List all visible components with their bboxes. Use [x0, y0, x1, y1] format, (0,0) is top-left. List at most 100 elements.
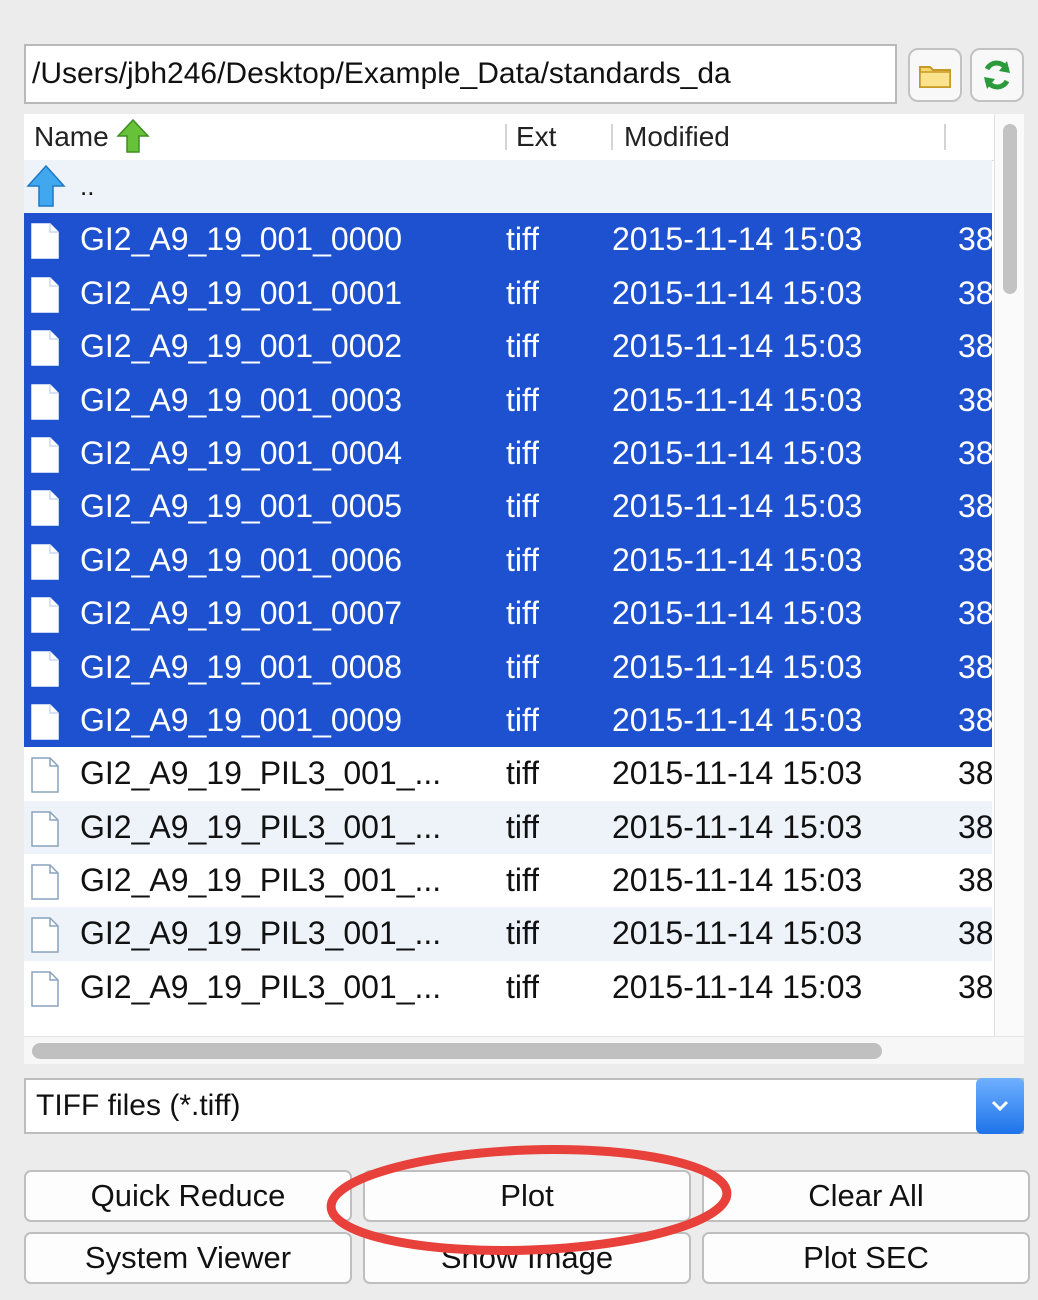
refresh-button[interactable] [970, 48, 1024, 102]
file-name: GI2_A9_19_001_0001 [80, 274, 403, 311]
file-row[interactable]: GI2_A9_19_001_0007 tiff 2015-11-14 15:03 38 [24, 587, 992, 641]
file-ext: tiff [506, 488, 540, 525]
column-header-modified[interactable]: Modified [624, 114, 730, 160]
file-name: GI2_A9_19_001_0004 [80, 434, 403, 471]
file-ext: tiff [506, 968, 540, 1005]
file-modified: 2015-11-14 15:03 [612, 968, 863, 1005]
vertical-scroll-thumb[interactable] [1003, 124, 1017, 294]
refresh-icon [984, 60, 1010, 90]
file-icon [31, 757, 59, 794]
file-ext: tiff [506, 541, 540, 578]
file-type-filter-select[interactable]: TIFF files (*.tiff) [24, 1078, 1024, 1134]
file-name: GI2_A9_19_PIL3_001_... [80, 862, 442, 899]
vertical-scrollbar[interactable] [994, 114, 1024, 1039]
folder-icon [919, 66, 951, 88]
file-name: GI2_A9_19_001_0007 [80, 595, 403, 632]
file-size: 38 [958, 541, 992, 578]
chevron-down-icon [991, 1100, 1009, 1112]
file-name: GI2_A9_19_PIL3_001_... [80, 915, 442, 952]
file-row[interactable]: GI2_A9_19_001_0005 tiff 2015-11-14 15:03 38 [24, 480, 992, 534]
file-ext: tiff [506, 434, 540, 471]
file-ext: tiff [506, 274, 540, 311]
file-name: GI2_A9_19_001_0003 [80, 381, 403, 418]
file-modified: 2015-11-14 15:03 [612, 274, 863, 311]
file-size: 38 [958, 488, 992, 525]
file-size: 38 [958, 221, 992, 258]
file-modified: 2015-11-14 15:03 [612, 755, 863, 792]
parent-directory-label: .. [80, 171, 95, 201]
file-row[interactable]: GI2_A9_19_PIL3_001_... tiff 2015-11-14 15:… [24, 800, 992, 855]
file-icon [31, 490, 59, 527]
path-input[interactable]: /Users/jbh246/Desktop/Example_Data/stand… [24, 44, 897, 104]
file-icon [31, 917, 59, 954]
column-header-ext[interactable]: Ext [516, 114, 556, 160]
column-divider[interactable] [505, 124, 507, 150]
file-modified: 2015-11-14 15:03 [612, 328, 863, 365]
file-row[interactable]: GI2_A9_19_001_0004 tiff 2015-11-14 15:03 38 [24, 426, 992, 481]
system-viewer-button[interactable]: System Viewer [24, 1232, 352, 1284]
file-name: GI2_A9_19_001_0006 [80, 541, 403, 578]
file-icon [31, 543, 59, 580]
file-ext: tiff [506, 862, 540, 899]
file-icon [31, 437, 59, 473]
browse-folder-button[interactable] [908, 48, 962, 102]
file-icon [31, 277, 59, 313]
plot-sec-button[interactable]: Plot SEC [702, 1232, 1030, 1284]
file-name: GI2_A9_19_001_0009 [80, 701, 403, 738]
file-icon [31, 971, 59, 1007]
file-icon [31, 810, 59, 847]
file-ext: tiff [506, 648, 540, 685]
file-name: GI2_A9_19_001_0000 [80, 221, 403, 258]
file-row[interactable]: GI2_A9_19_PIL3_001_... tiff 2015-11-14 15:… [24, 747, 992, 800]
horizontal-scroll-thumb[interactable] [32, 1043, 882, 1059]
up-arrow-icon [26, 164, 66, 207]
file-row[interactable]: GI2_A9_19_001_0008 tiff 2015-11-14 15:03 38 [24, 640, 992, 694]
file-icon [31, 597, 59, 633]
file-modified: 2015-11-14 15:03 [612, 488, 863, 525]
file-ext: tiff [506, 595, 540, 632]
file-modified: 2015-11-14 15:03 [612, 701, 863, 738]
file-icon [31, 330, 59, 366]
file-icon [31, 704, 59, 740]
file-row[interactable]: GI2_A9_19_001_0001 tiff 2015-11-14 15:03 38 [24, 266, 992, 321]
table-header: Name Ext Modified [24, 114, 994, 161]
file-type-filter-value: TIFF files (*.tiff) [36, 1089, 241, 1122]
file-row[interactable]: GI2_A9_19_001_0003 tiff 2015-11-14 15:03 38 [24, 373, 992, 427]
file-name: GI2_A9_19_PIL3_001_... [80, 968, 442, 1005]
file-name: GI2_A9_19_001_0002 [80, 328, 403, 365]
file-modified: 2015-11-14 15:03 [612, 434, 863, 471]
file-row[interactable]: GI2_A9_19_PIL3_001_... tiff 2015-11-14 15:… [24, 907, 992, 961]
clear-all-button[interactable]: Clear All [702, 1170, 1030, 1222]
parent-directory-row[interactable]: .. [24, 160, 992, 214]
file-row[interactable]: GI2_A9_19_PIL3_001_... tiff 2015-11-14 15:… [24, 854, 992, 907]
show-image-button[interactable]: Show Image [363, 1232, 691, 1284]
file-size: 38 [958, 434, 992, 471]
file-modified: 2015-11-14 15:03 [612, 862, 863, 899]
file-size: 38 [958, 808, 992, 845]
quick-reduce-button[interactable]: Quick Reduce [24, 1170, 352, 1222]
column-header-name[interactable]: Name [34, 114, 151, 160]
file-ext: tiff [506, 381, 540, 418]
file-table[interactable]: Name Ext Modified .. GI2_A9_19_001_0000 t… [24, 114, 1024, 1064]
file-size: 38 [958, 595, 992, 632]
horizontal-scrollbar[interactable] [24, 1036, 1024, 1064]
file-size: 38 [958, 381, 992, 418]
file-row[interactable]: GI2_A9_19_001_0002 tiff 2015-11-14 15:03 38 [24, 320, 992, 374]
file-row[interactable]: GI2_A9_19_001_0009 tiff 2015-11-14 15:03 38 [24, 693, 992, 748]
file-name: GI2_A9_19_001_0005 [80, 488, 403, 525]
file-size: 38 [958, 915, 992, 952]
file-size: 38 [958, 862, 992, 899]
dropdown-button[interactable] [976, 1078, 1024, 1134]
file-row[interactable]: GI2_A9_19_001_0006 tiff 2015-11-14 15:03 38 [24, 533, 992, 588]
column-divider[interactable] [611, 124, 613, 150]
column-divider[interactable] [944, 124, 946, 150]
file-icon [31, 650, 59, 687]
file-modified: 2015-11-14 15:03 [612, 915, 863, 952]
plot-button[interactable]: Plot [363, 1170, 691, 1222]
file-row[interactable]: GI2_A9_19_PIL3_001_... tiff 2015-11-14 15:… [24, 961, 992, 1014]
file-row[interactable]: GI2_A9_19_001_0000 tiff 2015-11-14 15:03 38 [24, 213, 992, 267]
file-size: 38 [958, 968, 992, 1005]
file-size: 38 [958, 755, 992, 792]
file-ext: tiff [506, 328, 540, 365]
file-size: 38 [958, 274, 992, 311]
